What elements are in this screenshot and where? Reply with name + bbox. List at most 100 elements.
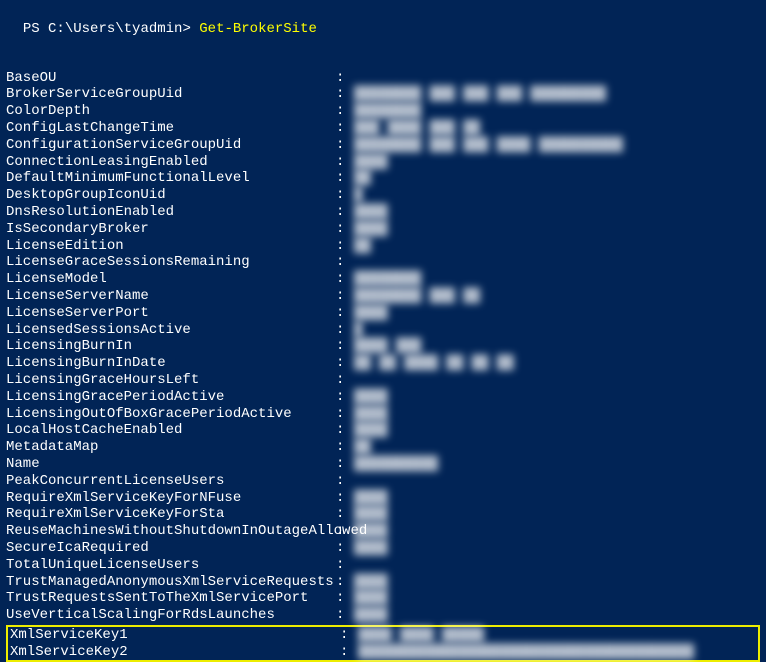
- prompt-prefix: PS: [23, 21, 48, 37]
- property-colon: :: [336, 322, 354, 339]
- property-row: LicensingGraceHoursLeft:: [6, 372, 760, 389]
- property-name: XmlServiceKey1: [10, 627, 340, 644]
- property-colon: :: [336, 456, 354, 473]
- property-row: BaseOU:: [6, 70, 760, 87]
- property-value: [354, 473, 760, 490]
- property-colon: :: [336, 103, 354, 120]
- property-colon: :: [336, 372, 354, 389]
- property-value: ████████ ███ ███ ████ ██████████: [354, 137, 760, 154]
- property-value: [354, 254, 760, 271]
- property-value: ████████ ███ ███ ███ █████████: [354, 86, 760, 103]
- property-row: IsSecondaryBroker: ████: [6, 221, 760, 238]
- property-row: DnsResolutionEnabled: ████: [6, 204, 760, 221]
- prompt-line[interactable]: PS C:\Users\tyadmin> Get-BrokerSite: [6, 4, 760, 38]
- properties-list: BaseOU: BrokerServiceGroupUid: ████████ …: [6, 70, 760, 624]
- property-colon: :: [336, 120, 354, 137]
- property-row: ConfigurationServiceGroupUid: ████████ █…: [6, 137, 760, 154]
- property-colon: :: [336, 574, 354, 591]
- property-value: ████: [354, 422, 760, 439]
- property-row: Name: ██████████: [6, 456, 760, 473]
- property-row: LicenseEdition: ██: [6, 238, 760, 255]
- property-name: ColorDepth: [6, 103, 336, 120]
- property-row: XmlServiceKey2: ████████████████████████…: [8, 644, 758, 661]
- property-row: SecureIcaRequired: ████: [6, 540, 760, 557]
- property-value: ████: [354, 204, 760, 221]
- property-row: ReuseMachinesWithoutShutdownInOutageAllo…: [6, 523, 760, 540]
- property-name: XmlServiceKey2: [10, 644, 340, 661]
- property-name: RequireXmlServiceKeyForNFuse: [6, 490, 336, 507]
- property-colon: :: [336, 154, 354, 171]
- property-row: UseVerticalScalingForRdsLaunches: ████: [6, 607, 760, 624]
- property-colon: :: [336, 238, 354, 255]
- property-colon: :: [336, 590, 354, 607]
- property-row: LicenseGraceSessionsRemaining:: [6, 254, 760, 271]
- property-name: SecureIcaRequired: [6, 540, 336, 557]
- property-name: RequireXmlServiceKeyForSta: [6, 506, 336, 523]
- property-name: LicensedSessionsActive: [6, 322, 336, 339]
- property-value: ████: [354, 523, 760, 540]
- property-name: ConfigLastChangeTime: [6, 120, 336, 137]
- property-colon: :: [336, 137, 354, 154]
- property-name: MetadataMap: [6, 439, 336, 456]
- command-output: BaseOU: BrokerServiceGroupUid: ████████ …: [6, 70, 760, 662]
- property-row: LocalHostCacheEnabled: ████: [6, 422, 760, 439]
- property-value: ██: [354, 238, 760, 255]
- property-colon: :: [336, 254, 354, 271]
- property-name: ReuseMachinesWithoutShutdownInOutageAllo…: [6, 523, 336, 540]
- property-row: DefaultMinimumFunctionalLevel: ██: [6, 170, 760, 187]
- property-row: LicensingOutOfBoxGracePeriodActive: ████: [6, 406, 760, 423]
- property-colon: :: [336, 86, 354, 103]
- property-name: LicenseServerPort: [6, 305, 336, 322]
- property-row: ColorDepth: ████████: [6, 103, 760, 120]
- property-name: LicensingBurnIn: [6, 338, 336, 355]
- property-value: ████: [354, 389, 760, 406]
- property-colon: :: [336, 221, 354, 238]
- property-colon: :: [336, 439, 354, 456]
- property-value: ████████████████████████████████████████: [358, 644, 758, 661]
- property-row: BrokerServiceGroupUid: ████████ ███ ███ …: [6, 86, 760, 103]
- property-name: LicenseEdition: [6, 238, 336, 255]
- property-colon: :: [336, 187, 354, 204]
- property-colon: :: [336, 389, 354, 406]
- property-colon: :: [336, 422, 354, 439]
- property-value: ██: [354, 439, 760, 456]
- property-value: ████████: [354, 271, 760, 288]
- property-value: ████ ███: [354, 338, 760, 355]
- property-row: LicenseModel: ████████: [6, 271, 760, 288]
- property-value: ██: [354, 170, 760, 187]
- property-value: ████: [354, 406, 760, 423]
- property-name: PeakConcurrentLicenseUsers: [6, 473, 336, 490]
- property-value: ████ ████ █████: [358, 627, 758, 644]
- property-value: █: [354, 187, 760, 204]
- property-value: ███ ████ ███ ██: [354, 120, 760, 137]
- property-name: TotalUniqueLicenseUsers: [6, 557, 336, 574]
- highlighted-properties: XmlServiceKey1: ████ ████ █████XmlServic…: [6, 625, 760, 662]
- property-name: LicenseServerName: [6, 288, 336, 305]
- property-value: [354, 557, 760, 574]
- property-value: ████: [354, 506, 760, 523]
- property-name: BaseOU: [6, 70, 336, 87]
- property-colon: :: [336, 271, 354, 288]
- property-colon: :: [336, 506, 354, 523]
- property-colon: :: [336, 490, 354, 507]
- property-value: ████: [354, 154, 760, 171]
- property-name: TrustRequestsSentToTheXmlServicePort: [6, 590, 336, 607]
- property-row: TrustManagedAnonymousXmlServiceRequests:…: [6, 574, 760, 591]
- property-row: ConnectionLeasingEnabled: ████: [6, 154, 760, 171]
- property-row: RequireXmlServiceKeyForSta: ████: [6, 506, 760, 523]
- property-colon: :: [336, 473, 354, 490]
- property-row: LicensingGracePeriodActive: ████: [6, 389, 760, 406]
- property-row: RequireXmlServiceKeyForNFuse: ████: [6, 490, 760, 507]
- property-row: XmlServiceKey1: ████ ████ █████: [8, 627, 758, 644]
- property-row: TotalUniqueLicenseUsers:: [6, 557, 760, 574]
- property-row: MetadataMap: ██: [6, 439, 760, 456]
- property-colon: :: [336, 305, 354, 322]
- property-name: LicensingGracePeriodActive: [6, 389, 336, 406]
- property-value: ████: [354, 490, 760, 507]
- property-name: ConfigurationServiceGroupUid: [6, 137, 336, 154]
- property-value: ████: [354, 221, 760, 238]
- property-row: ConfigLastChangeTime: ███ ████ ███ ██: [6, 120, 760, 137]
- property-name: TrustManagedAnonymousXmlServiceRequests: [6, 574, 336, 591]
- property-name: ConnectionLeasingEnabled: [6, 154, 336, 171]
- property-row: DesktopGroupIconUid: █: [6, 187, 760, 204]
